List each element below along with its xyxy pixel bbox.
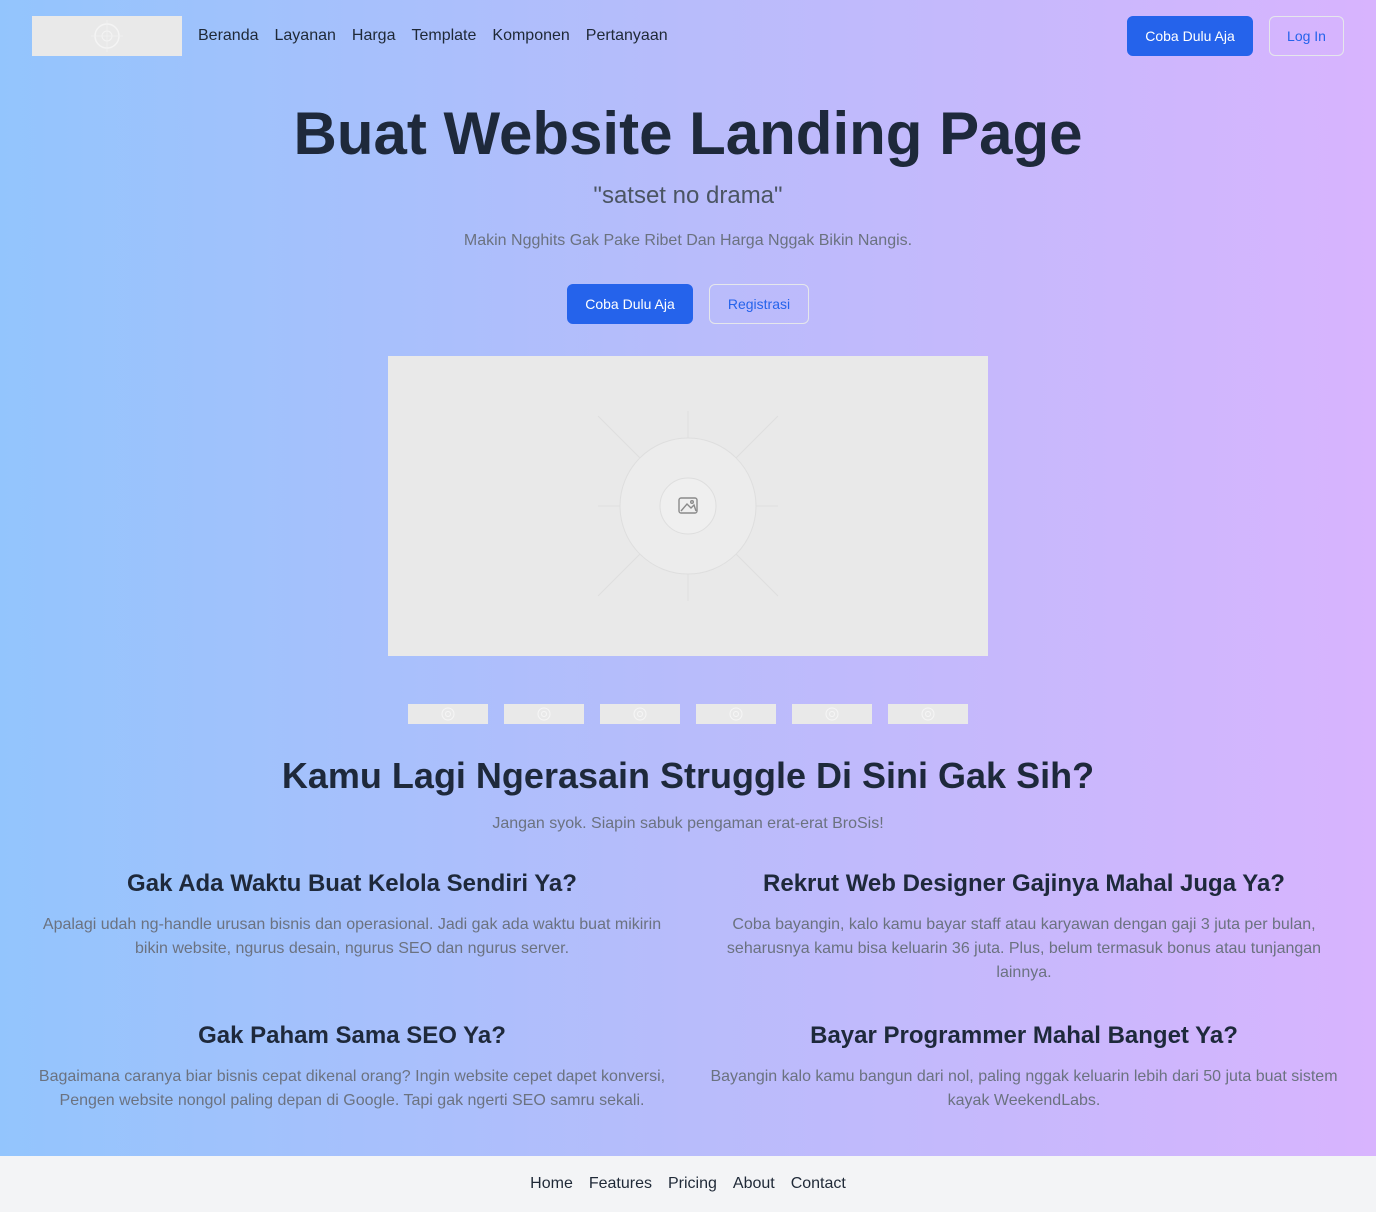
hero-subtitle: Makin Ngghits Gak Pake Ribet Dan Harga N… bbox=[463, 232, 913, 249]
footer-link-contact[interactable]: Contact bbox=[791, 1175, 846, 1193]
card-title: Gak Ada Waktu Buat Kelola Sendiri Ya? bbox=[127, 870, 577, 897]
footer-link-home[interactable]: Home bbox=[530, 1175, 573, 1193]
image-placeholder-icon bbox=[921, 707, 935, 721]
image-placeholder-icon bbox=[729, 707, 743, 721]
hero-tagline: "satset no drama" bbox=[593, 182, 783, 209]
card-text: Apalagi udah ng-handle urusan bisnis dan… bbox=[42, 916, 662, 957]
image-placeholder-icon bbox=[633, 707, 647, 721]
image-placeholder-icon bbox=[825, 707, 839, 721]
struggle-card: Bayar Programmer Mahal Banget Ya? Bayang… bbox=[704, 1021, 1344, 1113]
footer: Home Features Pricing About Contact bbox=[0, 1156, 1376, 1212]
card-text: Bayangin kalo kamu bangun dari nol, pali… bbox=[710, 1068, 1338, 1109]
section-title: Kamu Lagi Ngerasain Struggle Di Sini Gak… bbox=[281, 755, 1095, 796]
nav-komponen[interactable]: Komponen bbox=[492, 26, 569, 46]
nav-layanan[interactable]: Layanan bbox=[275, 26, 336, 46]
client-logo bbox=[600, 704, 680, 724]
image-placeholder-icon bbox=[537, 707, 551, 721]
nav-beranda[interactable]: Beranda bbox=[198, 26, 259, 46]
card-text: Bagaimana caranya biar bisnis cepat dike… bbox=[38, 1068, 666, 1109]
nav-pertanyaan[interactable]: Pertanyaan bbox=[586, 26, 668, 46]
login-button[interactable]: Log In bbox=[1269, 16, 1344, 56]
image-placeholder-icon bbox=[91, 20, 123, 52]
card-title: Bayar Programmer Mahal Banget Ya? bbox=[810, 1022, 1238, 1049]
client-logo bbox=[792, 704, 872, 724]
nav-template[interactable]: Template bbox=[411, 26, 476, 46]
footer-link-about[interactable]: About bbox=[733, 1175, 775, 1193]
nav-harga[interactable]: Harga bbox=[352, 26, 396, 46]
client-logos bbox=[408, 704, 968, 724]
card-text: Coba bayangin, kalo kamu bayar staff ata… bbox=[726, 916, 1322, 981]
header-cta-button[interactable]: Coba Dulu Aja bbox=[1127, 16, 1253, 56]
footer-link-features[interactable]: Features bbox=[589, 1175, 652, 1193]
client-logo bbox=[504, 704, 584, 724]
image-placeholder-icon bbox=[441, 707, 455, 721]
footer-link-pricing[interactable]: Pricing bbox=[668, 1175, 717, 1193]
card-title: Gak Paham Sama SEO Ya? bbox=[198, 1022, 506, 1049]
client-logo bbox=[888, 704, 968, 724]
main-nav: Beranda Layanan Harga Template Komponen … bbox=[198, 26, 668, 46]
hero-image bbox=[388, 356, 988, 656]
section-subtitle: Jangan syok. Siapin sabuk pengaman erat-… bbox=[492, 815, 884, 832]
struggle-card: Rekrut Web Designer Gajinya Mahal Juga Y… bbox=[704, 869, 1344, 985]
hero-title: Buat Website Landing Page bbox=[293, 100, 1083, 167]
hero-primary-button[interactable]: Coba Dulu Aja bbox=[567, 284, 693, 324]
struggle-card: Gak Paham Sama SEO Ya? Bagaimana caranya… bbox=[32, 1021, 672, 1113]
client-logo bbox=[408, 704, 488, 724]
register-button[interactable]: Registrasi bbox=[709, 284, 809, 324]
image-placeholder-icon bbox=[597, 411, 779, 601]
client-logo bbox=[696, 704, 776, 724]
struggle-card: Gak Ada Waktu Buat Kelola Sendiri Ya? Ap… bbox=[32, 869, 672, 961]
logo-placeholder[interactable] bbox=[32, 16, 182, 56]
card-title: Rekrut Web Designer Gajinya Mahal Juga Y… bbox=[763, 870, 1285, 897]
